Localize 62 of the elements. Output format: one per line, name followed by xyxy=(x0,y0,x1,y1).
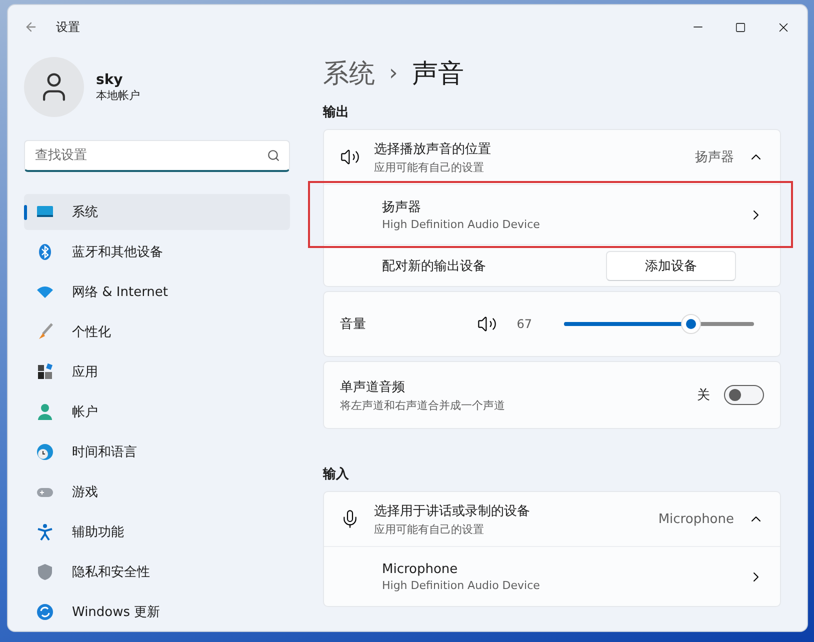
nav-item[interactable]: 游戏 xyxy=(24,474,290,510)
accessibility-icon xyxy=(36,523,54,541)
nav-label: 系统 xyxy=(72,204,98,221)
speaker-icon[interactable] xyxy=(476,314,497,334)
setting-description: 应用可能有自己的设置 xyxy=(374,160,485,174)
setting-title: 单声道音频 xyxy=(340,378,406,396)
maximize-icon[interactable] xyxy=(735,22,746,32)
setting-title: 选择用于讲话或录制的设备 xyxy=(374,502,531,520)
section-heading: 输出 xyxy=(323,104,350,121)
device-name: 扬声器 xyxy=(382,199,422,216)
nav-item[interactable]: 隐私和安全性 xyxy=(24,554,290,590)
speaker-icon xyxy=(340,147,360,167)
bluetooth-icon xyxy=(36,243,54,261)
nav-item[interactable]: Windows 更新 xyxy=(24,594,290,630)
setting-title: 选择播放声音的位置 xyxy=(374,140,492,158)
brush-icon xyxy=(36,323,54,341)
nav-item[interactable]: 蓝牙和其他设备 xyxy=(24,234,290,270)
nav-item[interactable]: 个性化 xyxy=(24,314,290,350)
nav-item[interactable]: 帐户 xyxy=(24,394,290,430)
account-name: sky xyxy=(96,72,124,88)
nav-label: Windows 更新 xyxy=(72,604,160,621)
setting-description: 将左声道和右声道合并成一个声道 xyxy=(340,398,506,412)
nav-label: 网络 & Internet xyxy=(72,284,168,301)
page-title: 声音 xyxy=(412,58,464,90)
section-heading: 输入 xyxy=(323,466,350,483)
shield-icon xyxy=(36,563,54,581)
slider-thumb[interactable] xyxy=(681,314,702,334)
toggle-switch[interactable] xyxy=(724,385,764,405)
device-description: High Definition Audio Device xyxy=(382,578,541,592)
breadcrumb-link[interactable]: 系统 xyxy=(323,56,375,90)
nav-item[interactable]: 应用 xyxy=(24,354,290,390)
nav-label: 游戏 xyxy=(72,484,98,501)
apps-icon xyxy=(36,363,54,381)
nav-label: 应用 xyxy=(72,364,98,381)
selected-device: 扬声器 xyxy=(695,149,734,166)
nav-label: 个性化 xyxy=(72,324,111,341)
setting-title: 音量 xyxy=(340,316,367,333)
nav-item[interactable]: 辅助功能 xyxy=(24,514,290,550)
volume-reading: 67 xyxy=(516,317,532,331)
nav-label: 辅助功能 xyxy=(72,524,124,541)
nav-item[interactable]: 时间和语言 xyxy=(24,434,290,470)
window-title: 设置 xyxy=(56,18,80,36)
person-icon xyxy=(36,403,54,421)
selected-device: Microphone xyxy=(658,512,734,526)
add-device-button[interactable]: 添加设备 xyxy=(606,250,736,280)
nav-label: 蓝牙和其他设备 xyxy=(72,244,163,261)
account-type: 本地帐户 xyxy=(96,88,140,102)
search-field[interactable]: 查找设置 xyxy=(24,140,290,172)
device-description: High Definition Audio Device xyxy=(382,218,541,231)
clock-icon xyxy=(36,443,54,461)
nav-label: 帐户 xyxy=(72,404,98,421)
device-name: Microphone xyxy=(382,562,459,576)
breadcrumb-separator: › xyxy=(389,60,398,86)
nav-label: 时间和语言 xyxy=(72,444,137,461)
setting-title: 配对新的输出设备 xyxy=(382,258,487,274)
update-icon xyxy=(36,603,54,621)
nav-item[interactable]: 系统 xyxy=(24,194,290,230)
nav-label: 隐私和安全性 xyxy=(72,564,150,581)
nav-item[interactable]: 网络 & Internet xyxy=(24,274,290,310)
setting-description: 应用可能有自己的设置 xyxy=(374,522,485,536)
search-icon[interactable] xyxy=(267,149,280,162)
toggle-state: 关 xyxy=(697,387,710,404)
